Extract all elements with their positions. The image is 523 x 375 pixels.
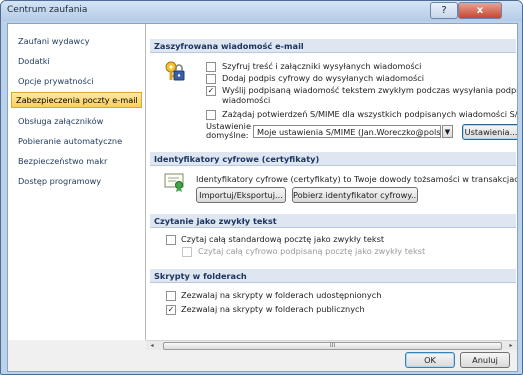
- default-setting-label-cont: domyślne:: [206, 130, 249, 140]
- sidebar-item-privacy-options[interactable]: Opcje prywatności: [14, 74, 94, 88]
- sidebar-item-add-ins[interactable]: Dodatki: [14, 54, 50, 68]
- section-header-folder-scripts: Skrypty w folderach: [150, 269, 516, 283]
- scroll-left-icon[interactable]: ◂: [147, 341, 157, 350]
- section-header-plain-text: Czytanie jako zwykły tekst: [150, 214, 516, 228]
- get-digital-id-button[interactable]: Pobierz identyfikator cyfrowy...: [292, 187, 418, 203]
- horizontal-scrollbar[interactable]: ◂ III ▸: [146, 340, 517, 350]
- content-pane: Zaszyfrowana wiadomość e-mail Szyfruj tr…: [146, 24, 517, 340]
- allow-shared-scripts-label: Zezwalaj na skrypty w folderach udostępn…: [181, 290, 382, 300]
- sidebar-item-automatic-download[interactable]: Pobieranie automatyczne: [14, 134, 122, 148]
- section-header-digital-ids: Identyfikatory cyfrowe (certyfikaty): [150, 152, 516, 166]
- encrypt-contents-label: Szyfruj treść i załączniki wysyłanych wi…: [222, 61, 422, 71]
- scroll-right-icon[interactable]: ▸: [506, 341, 516, 350]
- scrollbar-thumb[interactable]: III: [163, 342, 502, 350]
- title-bar: Centrum zaufania ? x: [1, 1, 522, 21]
- dialog-client: Zaufani wydawcy Dodatki Opcje prywatnośc…: [7, 23, 518, 372]
- window-title: Centrum zaufania: [7, 5, 88, 15]
- import-export-button[interactable]: Importuj/Eksportuj...: [196, 187, 286, 203]
- chevron-down-icon[interactable]: ▼: [442, 125, 453, 138]
- read-signed-plain-text-checkbox: [182, 247, 192, 257]
- settings-button[interactable]: Ustawienia...: [462, 124, 517, 140]
- close-button[interactable]: x: [458, 2, 502, 19]
- lock-key-icon: [165, 61, 185, 81]
- ok-button[interactable]: OK: [405, 352, 455, 368]
- help-button[interactable]: ?: [430, 2, 458, 19]
- request-receipt-checkbox[interactable]: [206, 110, 216, 120]
- read-signed-plain-text-label: Czytaj całą cyfrowo podpisaną pocztę jak…: [198, 246, 426, 256]
- section-header-encrypted-email: Zaszyfrowana wiadomość e-mail: [150, 39, 516, 53]
- digital-ids-description: Identyfikatory cyfrowe (certyfikaty) to …: [196, 174, 517, 184]
- sidebar-item-attachment-handling[interactable]: Obsługa załączników: [14, 114, 103, 128]
- default-setting-select[interactable]: Moje ustawienia S/MIME (Jan.Woreczko@pol…: [253, 125, 441, 138]
- allow-shared-scripts-checkbox[interactable]: [166, 291, 176, 301]
- sidebar-item-programmatic-access[interactable]: Dostęp programowy: [14, 174, 101, 188]
- send-clear-text-checkbox[interactable]: ✓: [206, 86, 216, 96]
- add-signature-label: Dodaj podpis cyfrowy do wysyłanych wiado…: [222, 73, 425, 83]
- trust-center-dialog: Centrum zaufania ? x Zaufani wydawcy Dod…: [0, 0, 523, 375]
- sidebar-item-email-security[interactable]: Zabezpieczenia poczty e-mail: [11, 92, 142, 108]
- sidebar-item-trusted-publishers[interactable]: Zaufani wydawcy: [14, 34, 90, 48]
- read-plain-text-label: Czytaj całą standardową pocztę jako zwyk…: [181, 234, 385, 244]
- request-receipt-label: Zażądaj potwierdzeń S/MIME dla wszystkic…: [222, 109, 517, 119]
- send-clear-text-label-cont: wiadomości: [222, 95, 271, 105]
- encrypt-contents-checkbox[interactable]: [206, 62, 216, 72]
- read-plain-text-checkbox[interactable]: [166, 235, 176, 245]
- allow-public-scripts-checkbox[interactable]: ✓: [166, 305, 176, 315]
- sidebar-item-macro-security[interactable]: Bezpieczeństwo makr: [14, 154, 107, 168]
- send-clear-text-label: Wyślij podpisaną wiadomość tekstem zwykł…: [222, 85, 517, 95]
- sidebar: Zaufani wydawcy Dodatki Opcje prywatnośc…: [8, 24, 146, 340]
- cancel-button[interactable]: Anuluj: [460, 352, 510, 368]
- add-signature-checkbox[interactable]: [206, 74, 216, 84]
- certificate-icon: [164, 173, 184, 192]
- allow-public-scripts-label: Zezwalaj na skrypty w folderach publiczn…: [181, 304, 365, 314]
